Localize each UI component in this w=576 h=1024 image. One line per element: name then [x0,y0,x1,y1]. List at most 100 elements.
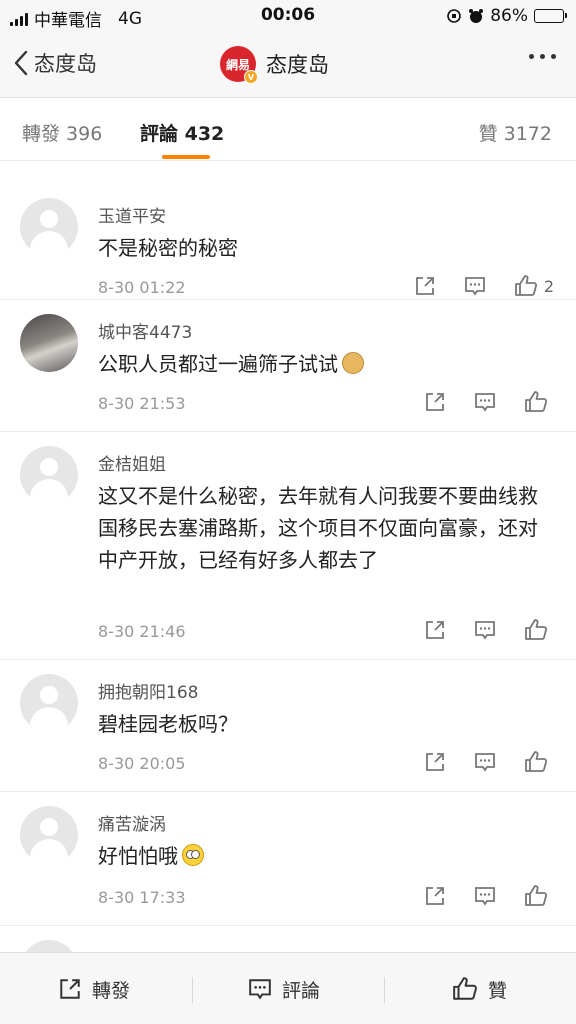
like-button[interactable] [524,750,554,774]
comment-username[interactable]: 痛苦漩涡 [98,810,166,835]
back-button[interactable]: 态度岛 [14,48,97,78]
comment-icon [475,393,495,412]
comment-text: 好怕怕哦 [98,840,550,872]
profile-logo: 網易 V [220,46,258,84]
comment-actions [424,618,554,642]
bottom-repost-button[interactable]: 轉發 [58,953,130,1024]
more-button[interactable] [529,54,556,59]
avatar[interactable] [20,446,78,504]
reply-button[interactable] [474,885,496,907]
divider [384,977,385,1003]
doge-emoji-icon [342,352,364,374]
orientation-lock-icon [447,9,462,23]
status-bar: 中華電信 4G 00:06 86% [0,0,576,32]
comment-list[interactable]: 玉道平安 不是秘密的秘密 8-30 01:22 2 城中客4473 公职人员都过… [0,162,576,952]
thumbs-up-icon [525,619,548,640]
repost-button[interactable] [424,885,446,907]
comment-text-content: 不是秘密的秘密 [98,236,238,260]
tab-repost[interactable]: 轉發 396 [22,119,102,146]
reply-button[interactable] [474,391,496,413]
comment-item: 玉道平安 不是秘密的秘密 8-30 01:22 2 [0,162,576,300]
repost-icon [426,753,444,771]
comment-text: 碧桂园老板吗？ [98,708,550,740]
comment-icon [475,621,495,640]
comment-time: 8-30 21:53 [98,394,186,413]
repost-button[interactable] [424,391,446,413]
status-right: 86% [446,6,567,26]
active-tab-indicator [162,155,210,159]
comment-item: 痛苦漩涡 好怕怕哦 8-30 17:33 [0,792,576,926]
reply-button[interactable] [464,275,486,297]
comment-icon [464,277,485,296]
more-dot-icon [540,54,545,59]
comment-username[interactable]: 玉道平安 [98,202,166,227]
thumbs-up-icon [514,275,537,296]
more-dot-icon [529,54,534,59]
avatar[interactable] [20,940,78,952]
bottom-comment-label: 評論 [282,979,321,1002]
comment-item: 拥抱朝阳168 碧桂园老板吗？ 8-30 20:05 [0,660,576,792]
repost-icon [426,887,444,905]
comment-time: 8-30 21:46 [98,622,186,641]
comment-time: 8-30 20:05 [98,754,186,773]
comment-text-content: 公职人员都过一遍筛子试试 [98,352,338,376]
alarm-icon [469,9,484,23]
repost-button[interactable] [424,619,446,641]
comment-item-partial [0,926,576,952]
comment-text: 不是秘密的秘密 [98,232,550,264]
comment-icon [475,887,495,906]
comment-username[interactable]: 金桔姐姐 [98,450,166,475]
comment-actions [424,750,554,774]
divider [192,977,193,1003]
repost-icon [426,393,444,411]
comment-icon [249,979,271,1000]
like-button[interactable]: 2 [514,274,554,298]
repost-button[interactable] [414,275,436,297]
avatar[interactable] [20,314,78,372]
page-title: 态度岛 [266,53,329,77]
like-button[interactable] [524,618,554,642]
repost-icon [415,277,434,295]
repost-button[interactable] [424,751,446,773]
comment-text-content: 好怕怕哦 [98,844,178,868]
avatar[interactable] [20,674,78,732]
like-button[interactable] [524,884,554,908]
repost-icon [60,979,80,999]
reply-button[interactable] [474,751,496,773]
comment-text: 公职人员都过一遍筛子试试 [98,348,550,380]
bottom-like-label: 贊 [488,979,508,1002]
comment-icon [475,753,495,772]
comment-time: 8-30 17:33 [98,888,186,907]
comment-actions: 2 [414,274,554,298]
back-label: 态度岛 [34,52,97,76]
bottom-action-bar: 轉發 評論 贊 [0,952,576,1024]
nav-center[interactable]: 網易 V 态度岛 [220,46,329,84]
repost-icon [426,621,444,639]
comment-actions [424,390,554,414]
bottom-comment-button[interactable]: 評論 [248,953,320,1024]
battery-icon [534,9,567,23]
comment-username[interactable]: 拥抱朝阳168 [98,678,198,703]
comment-username[interactable]: 城中客4473 [98,318,192,343]
like-count: 2 [543,276,554,296]
thumbs-up-icon [453,977,477,1000]
eye-roll-emoji-icon [182,844,204,866]
thumbs-up-icon [525,885,548,906]
more-dot-icon [551,54,556,59]
bottom-repost-label: 轉發 [92,979,131,1002]
comment-item: 金桔姐姐 这又不是什么秘密，去年就有人问我要不要曲线救国移民去塞浦路斯，这个项目… [0,432,576,660]
tab-comment[interactable]: 評論 432 [140,119,224,146]
chevron-left-icon [14,50,28,76]
avatar[interactable] [20,806,78,864]
tab-like[interactable]: 贊 3172 [479,119,552,146]
comment-text: 这又不是什么秘密，去年就有人问我要不要曲线救国移民去塞浦路斯，这个项目不仅面向富… [98,480,550,576]
comment-text-content: 碧桂园老板吗？ [98,712,238,736]
avatar[interactable] [20,198,78,256]
bottom-like-button[interactable]: 贊 [452,953,507,1024]
comment-time: 8-30 01:22 [98,278,186,297]
like-button[interactable] [524,390,554,414]
battery-percent: 86% [490,6,528,26]
logo-text: 網易 [225,57,250,72]
comment-item: 城中客4473 公职人员都过一遍筛子试试 8-30 21:53 [0,300,576,432]
reply-button[interactable] [474,619,496,641]
